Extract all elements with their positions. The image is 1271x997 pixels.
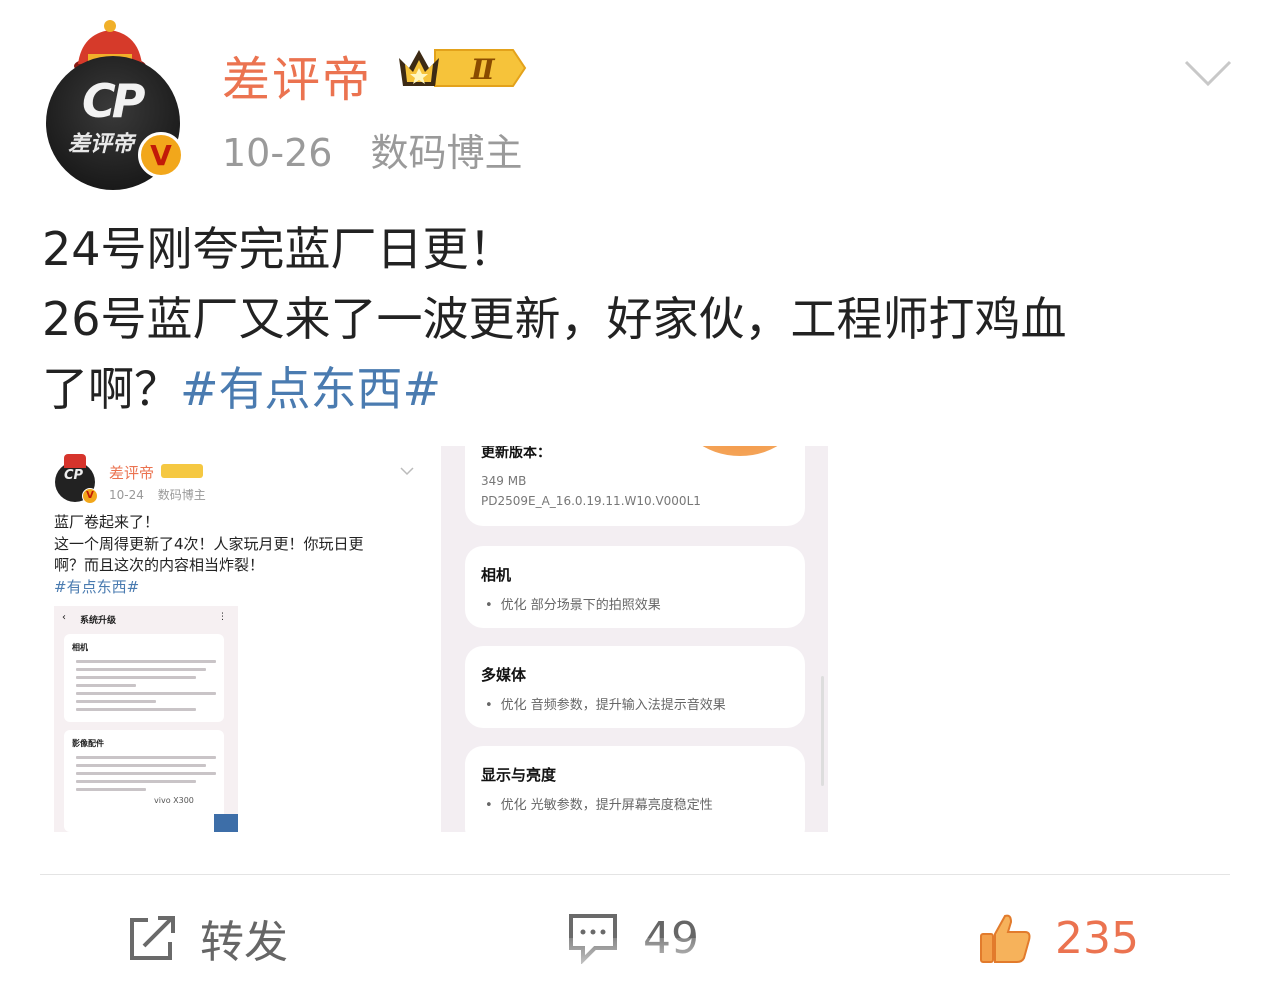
text-line xyxy=(76,780,196,783)
section-item: • 优化 光敏参数，提升屏幕亮度稳定性 xyxy=(485,798,713,813)
post-line-3: 了啊？ xyxy=(42,362,180,416)
back-arrow-icon: ‹ xyxy=(62,612,66,623)
quoted-author-name: 差评帝 xyxy=(109,464,155,482)
text-line xyxy=(76,668,206,671)
post-date: 10-26 xyxy=(222,131,333,175)
quoted-line-2: 这一个周得更新了4次！人家玩月更！你玩日更 xyxy=(54,534,364,553)
verified-badge-icon: V xyxy=(138,132,184,178)
section-title: 相机 xyxy=(481,566,512,584)
scrollbar xyxy=(821,676,824,786)
author-avatar[interactable]: CP 差评帝 V xyxy=(44,16,186,190)
quoted-category: 数码博主 xyxy=(157,488,206,502)
text-line xyxy=(76,676,196,679)
fade-overlay xyxy=(548,938,738,988)
section-title: 多媒体 xyxy=(481,666,527,684)
attached-image-1[interactable]: CP V 差评帝 10-24 数码博主 蓝厂卷起来了！ 这一个周得更新了4次！人… xyxy=(40,446,430,832)
chevron-down-icon[interactable] xyxy=(1182,58,1234,88)
quoted-level-badge-icon xyxy=(161,464,203,478)
hashtag-link[interactable]: #有点东西# xyxy=(180,362,441,416)
thumbs-up-icon xyxy=(980,914,1031,963)
text-line xyxy=(76,692,216,695)
repost-label: 转发 xyxy=(200,917,288,968)
update-section-camera: 相机 • 优化 部分场景下的拍照效果 xyxy=(465,546,805,628)
section-item-text: 优化 光敏参数，提升屏幕亮度稳定性 xyxy=(500,798,713,813)
divider xyxy=(40,874,1230,875)
inner-title: 系统升级 xyxy=(80,616,117,626)
section-item: • 优化 部分场景下的拍照效果 xyxy=(485,598,661,613)
update-section-display: 显示与亮度 • 优化 光敏参数，提升屏幕亮度稳定性 xyxy=(465,746,805,832)
repost-button[interactable]: 转发 xyxy=(126,908,288,968)
text-line xyxy=(76,788,146,791)
quoted-avatar-logo: CP xyxy=(64,468,84,483)
quoted-text: 蓝厂卷起来了！ 这一个周得更新了4次！人家玩月更！你玩日更 啊？而且这次的内容相… xyxy=(54,512,414,598)
quoted-line-1: 蓝厂卷起来了！ xyxy=(54,513,160,531)
avatar-logo-text: CP xyxy=(82,74,146,128)
repost-icon xyxy=(130,916,175,960)
attached-image-2[interactable]: 更新版本： 349 MB PD2509E_A_16.0.19.11.W10.V0… xyxy=(441,446,828,832)
section-item-text: 优化 音频参数，提升输入法提示音效果 xyxy=(500,698,726,713)
post-meta: 10-26 数码博主 xyxy=(222,122,549,177)
text-line xyxy=(76,772,216,775)
quoted-chevron-icon xyxy=(400,467,414,476)
image-tag xyxy=(214,814,238,832)
quoted-inner-screenshot: ‹ 系统升级 ⋮ 相机 影像配件 vivo X300 xyxy=(54,606,238,832)
post-line-1: 24号刚夸完蓝厂日更！ xyxy=(42,222,515,276)
text-line xyxy=(76,660,216,663)
quoted-hashtag: #有点东西# xyxy=(54,577,140,596)
inner-card-title: 影像配件 xyxy=(72,739,104,748)
inner-card-camera: 相机 xyxy=(64,634,224,722)
quoted-line-3: 啊？而且这次的内容相当炸裂！ xyxy=(54,556,265,574)
section-item: • 优化 音频参数，提升输入法提示音效果 xyxy=(485,698,726,713)
inner-header: ‹ 系统升级 ⋮ xyxy=(54,606,238,630)
section-title: 显示与亮度 xyxy=(481,766,557,784)
update-section-media: 多媒体 • 优化 音频参数，提升输入法提示音效果 xyxy=(465,646,805,728)
text-line xyxy=(76,708,196,711)
inner-card-title: 相机 xyxy=(72,643,88,652)
quoted-meta: 10-24 数码博主 xyxy=(109,486,216,503)
like-button[interactable]: 235 xyxy=(977,908,1139,968)
more-icon: ⋮ xyxy=(218,612,227,622)
level-badge-icon: Ⅱ xyxy=(399,49,527,87)
text-line xyxy=(76,756,216,759)
text-line xyxy=(76,684,136,687)
version-card: 更新版本： 349 MB PD2509E_A_16.0.19.11.W10.V0… xyxy=(465,446,805,526)
version-size: 349 MB xyxy=(481,474,527,488)
version-graphic xyxy=(675,446,805,456)
section-item-text: 优化 部分场景下的拍照效果 xyxy=(500,598,661,613)
quoted-crown-icon xyxy=(64,454,86,468)
text-line xyxy=(76,700,156,703)
author-name[interactable]: 差评帝 xyxy=(222,40,372,110)
post-line-2: 26号蓝厂又来了一波更新，好家伙，工程师打鸡血 xyxy=(42,292,1067,346)
quoted-date: 10-24 xyxy=(109,488,144,502)
text-line xyxy=(76,764,206,767)
author-category: 数码博主 xyxy=(370,131,523,175)
version-label: 更新版本： xyxy=(481,446,551,461)
quoted-verified-icon: V xyxy=(82,488,98,504)
level-text: Ⅱ xyxy=(470,53,496,86)
avatar-name-text: 差评帝 xyxy=(68,132,135,157)
version-number: PD2509E_A_16.0.19.11.W10.V000L1 xyxy=(481,494,701,508)
post-body: 24号刚夸完蓝厂日更！ 26号蓝厂又来了一波更新，好家伙，工程师打鸡血 了啊？#… xyxy=(42,214,1242,424)
like-count: 235 xyxy=(1055,912,1139,964)
